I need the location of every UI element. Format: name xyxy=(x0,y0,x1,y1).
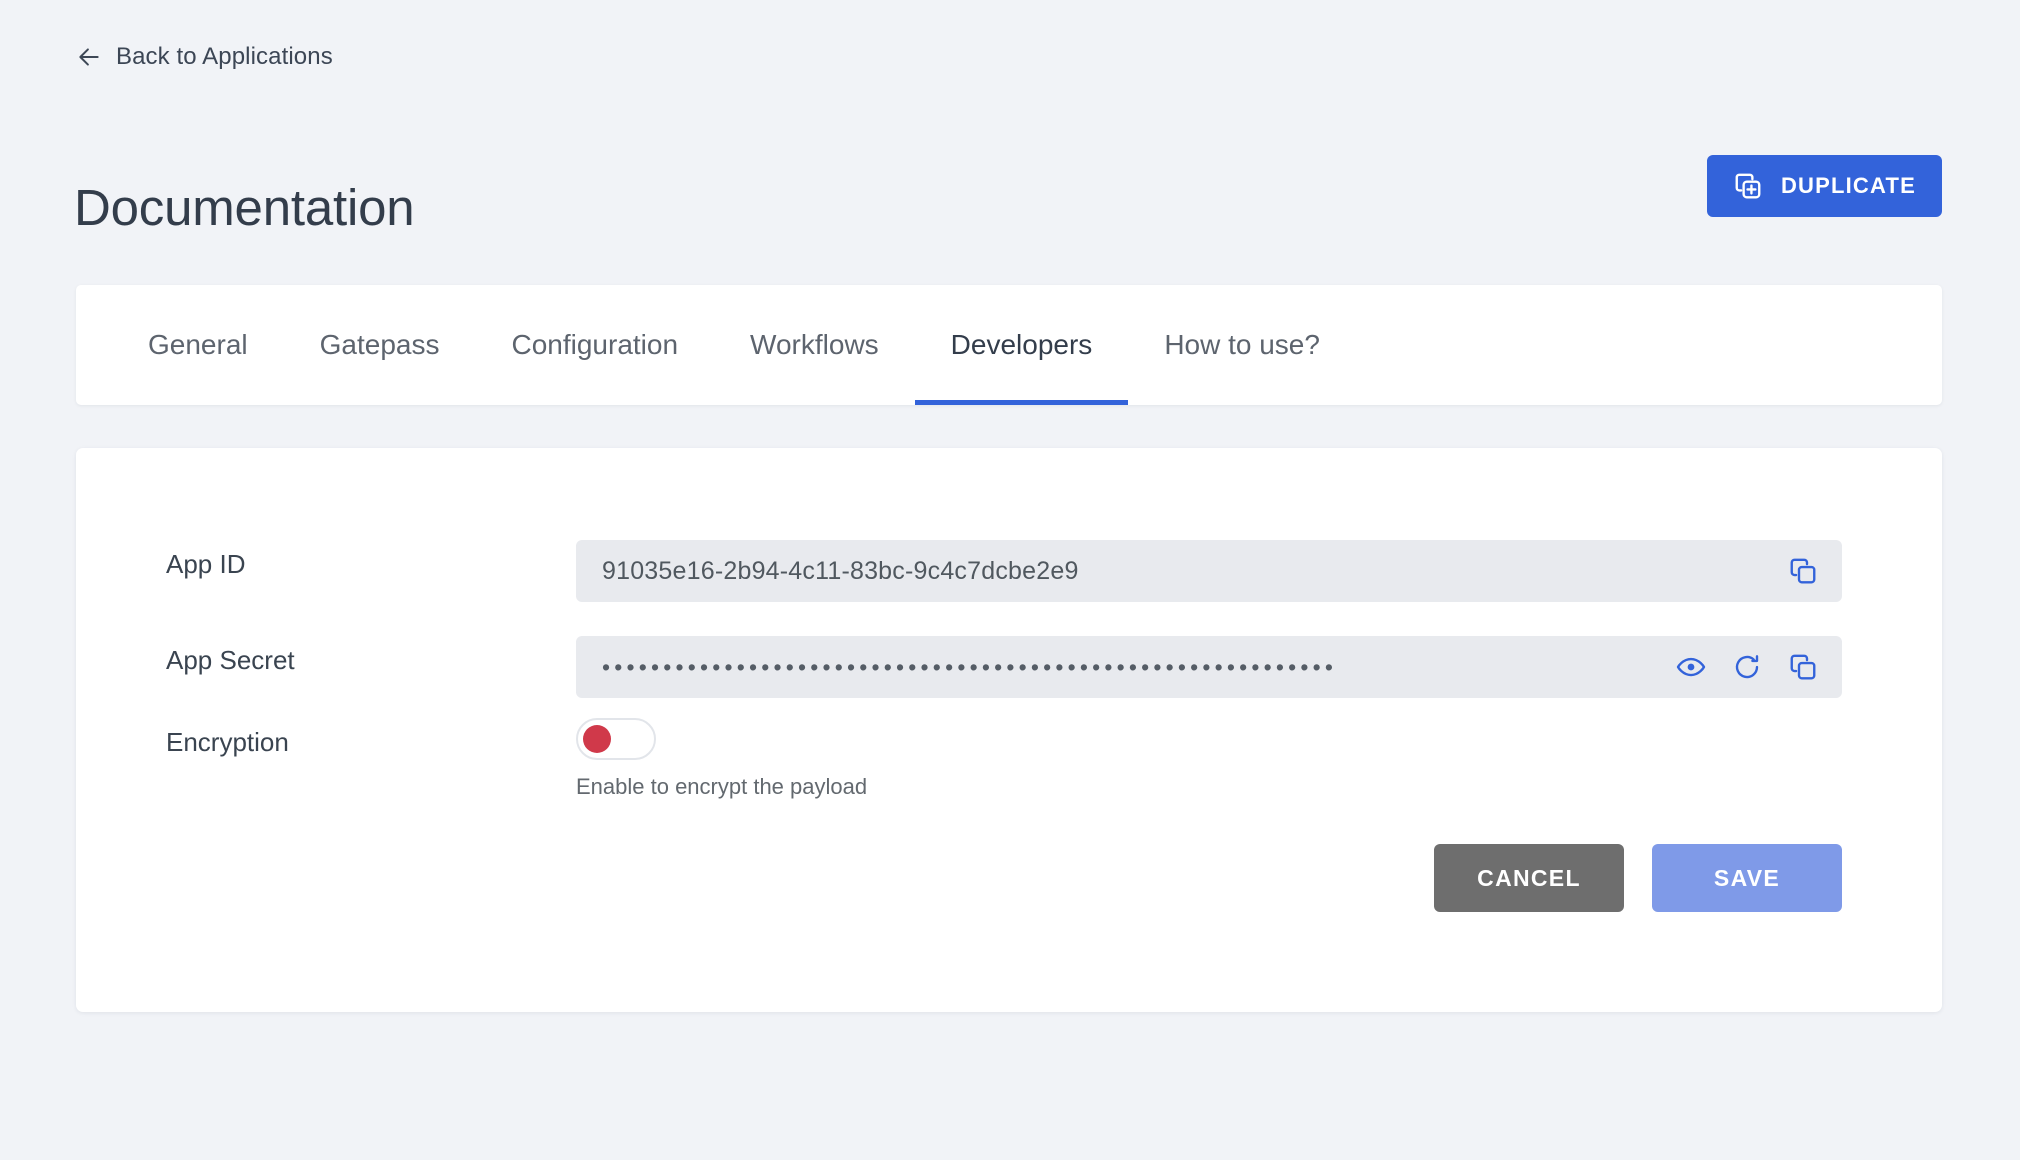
app-id-label: App ID xyxy=(166,549,246,579)
copy-icon xyxy=(1788,652,1818,682)
tab-label: Gatepass xyxy=(319,329,440,360)
copy-icon xyxy=(1788,556,1818,586)
encryption-toggle[interactable] xyxy=(576,718,656,760)
app-secret-actions xyxy=(1658,650,1828,684)
cancel-button[interactable]: CANCEL xyxy=(1434,844,1624,912)
refresh-icon xyxy=(1732,652,1762,682)
tab-label: How to use? xyxy=(1164,329,1320,360)
app-secret-value: ••••••••••••••••••••••••••••••••••••••••… xyxy=(602,653,1338,680)
back-to-applications-link[interactable]: Back to Applications xyxy=(76,43,333,71)
reveal-app-secret-button[interactable] xyxy=(1674,650,1708,684)
developers-panel: App ID 91035e16-2b94-4c11-83bc-9c4c7dcbe… xyxy=(76,448,1942,1012)
tab-bar: General Gatepass Configuration Workflows… xyxy=(76,285,1942,405)
tab-label: Developers xyxy=(950,329,1093,360)
app-secret-field-body: ••••••••••••••••••••••••••••••••••••••••… xyxy=(576,636,1942,698)
duplicate-button-label: DUPLICATE xyxy=(1780,173,1916,198)
tab-configuration[interactable]: Configuration xyxy=(475,285,714,405)
arrow-left-icon xyxy=(76,44,102,70)
encryption-label: Encryption xyxy=(166,727,289,757)
back-link-label: Back to Applications xyxy=(116,43,333,70)
tab-label: Configuration xyxy=(511,329,679,360)
encryption-field-body: Enable to encrypt the payload xyxy=(576,718,1942,800)
save-button[interactable]: SAVE xyxy=(1652,844,1842,912)
app-secret-label: App Secret xyxy=(166,645,295,675)
tabs-card: General Gatepass Configuration Workflows… xyxy=(76,285,1942,405)
tab-developers[interactable]: Developers xyxy=(914,285,1129,405)
app-detail-page: Back to Applications Documentation DUPLI… xyxy=(0,0,2020,1160)
toggle-knob xyxy=(583,725,611,753)
app-id-actions xyxy=(1770,554,1828,588)
app-id-row: App ID 91035e16-2b94-4c11-83bc-9c4c7dcbe… xyxy=(76,540,1942,602)
tab-how-to-use[interactable]: How to use? xyxy=(1128,285,1356,405)
app-secret-input[interactable]: ••••••••••••••••••••••••••••••••••••••••… xyxy=(576,636,1842,698)
developers-form: App ID 91035e16-2b94-4c11-83bc-9c4c7dcbe… xyxy=(76,448,1942,1012)
app-id-input[interactable]: 91035e16-2b94-4c11-83bc-9c4c7dcbe2e9 xyxy=(576,540,1842,602)
encryption-helper-text: Enable to encrypt the payload xyxy=(576,774,868,799)
duplicate-button[interactable]: DUPLICATE xyxy=(1706,155,1942,217)
regenerate-app-secret-button[interactable] xyxy=(1730,650,1764,684)
copy-app-secret-button[interactable] xyxy=(1786,650,1820,684)
copy-app-id-button[interactable] xyxy=(1786,554,1820,588)
tab-label: General xyxy=(148,329,248,360)
app-id-field-body: 91035e16-2b94-4c11-83bc-9c4c7dcbe2e9 xyxy=(576,540,1942,602)
form-actions: CANCEL SAVE xyxy=(1434,844,1842,912)
app-secret-row: App Secret •••••••••••••••••••••••••••••… xyxy=(76,636,1942,698)
encryption-row: Encryption Enable to encrypt the payload xyxy=(76,718,1942,800)
page-title: Documentation xyxy=(74,179,415,237)
tab-label: Workflows xyxy=(750,329,879,360)
tab-general[interactable]: General xyxy=(112,285,284,405)
tab-workflows[interactable]: Workflows xyxy=(714,285,915,405)
app-id-value: 91035e16-2b94-4c11-83bc-9c4c7dcbe2e9 xyxy=(602,556,1079,585)
tab-gatepass[interactable]: Gatepass xyxy=(284,285,476,405)
eye-icon xyxy=(1676,652,1706,682)
copy-plus-icon xyxy=(1733,171,1763,201)
